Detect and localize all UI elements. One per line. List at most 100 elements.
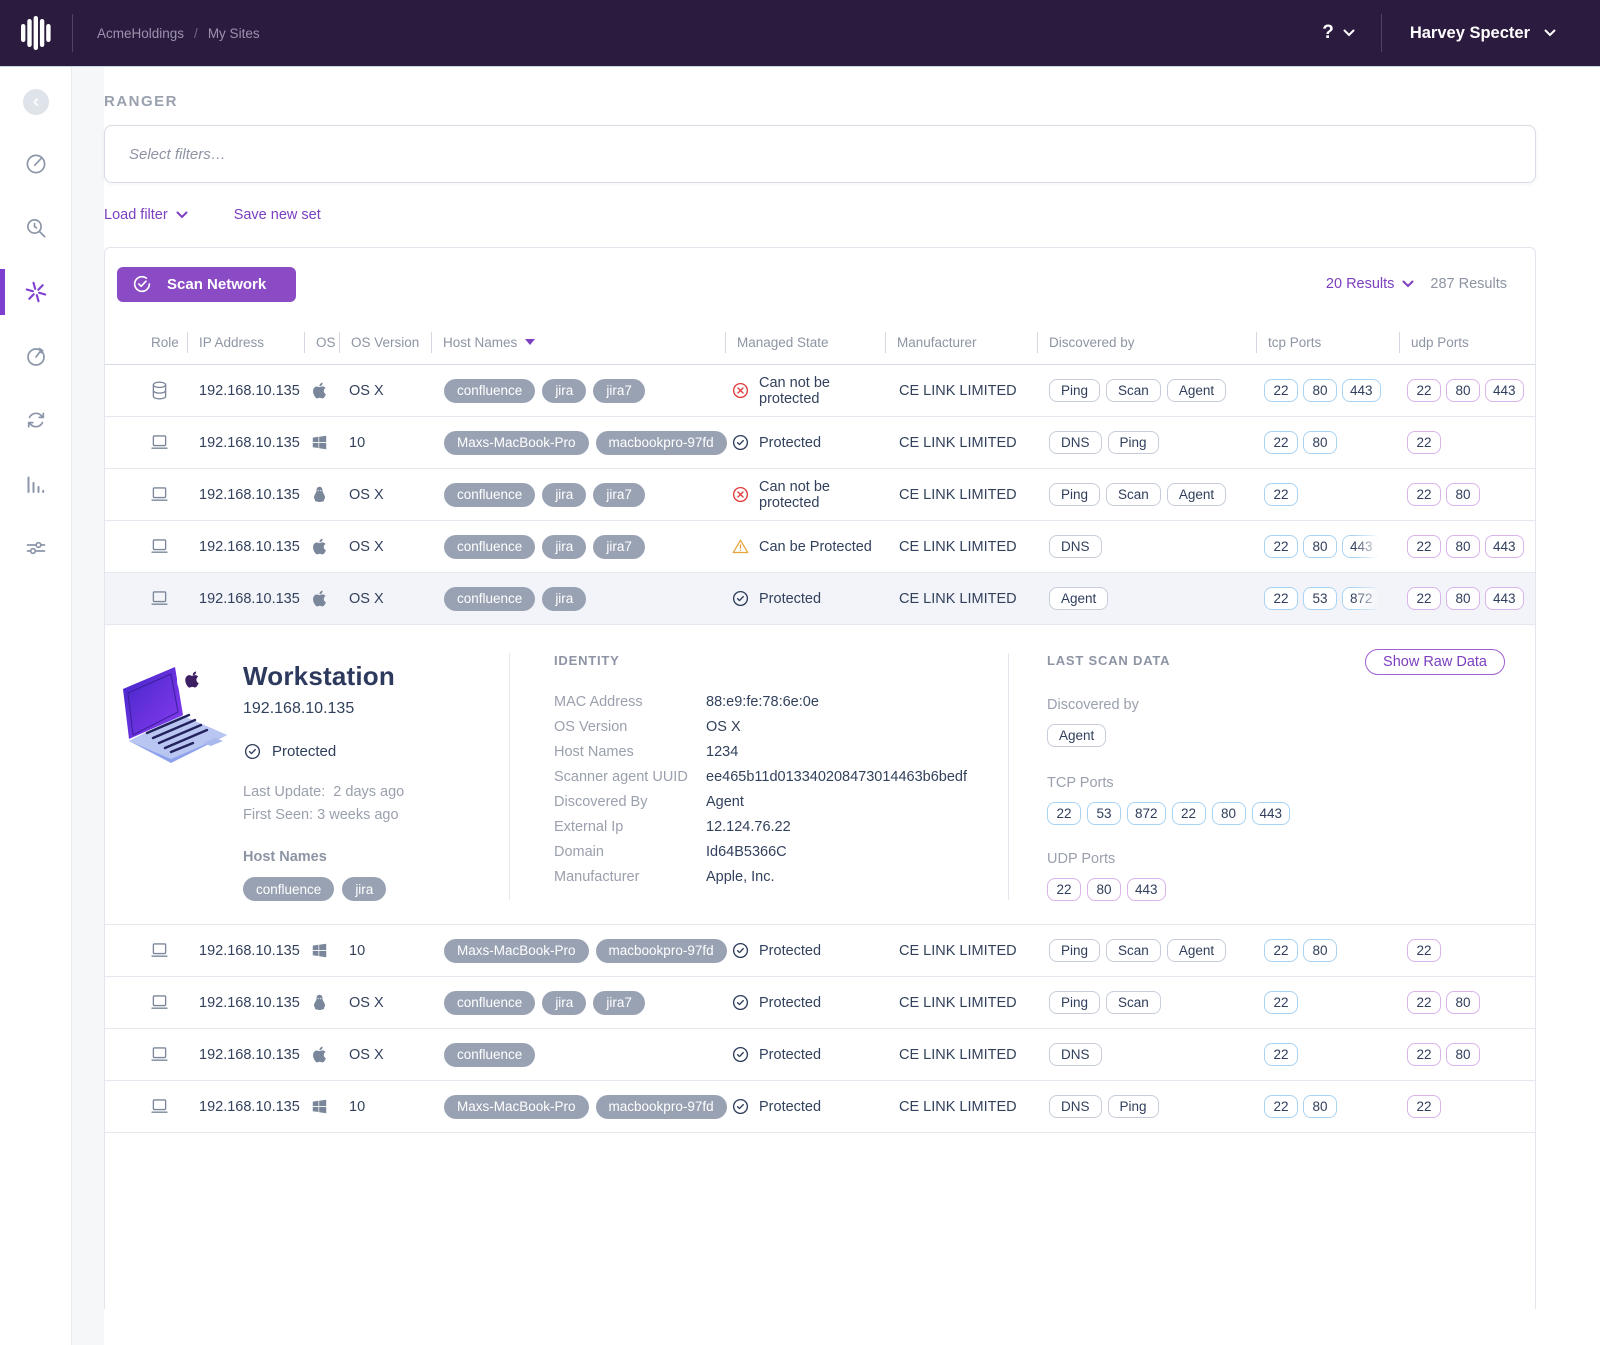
page-title: RANGER <box>104 93 1536 110</box>
host-name-chip: jira <box>542 991 586 1015</box>
scan-network-label: Scan Network <box>167 276 266 293</box>
manufacturer: CE LINK LIMITED <box>885 435 1037 451</box>
column-header-manufacturer: Manufacturer <box>885 320 1037 364</box>
identity-field-value: 12.124.76.22 <box>706 819 1008 835</box>
apple-os-icon <box>310 537 329 556</box>
udp-port-chip: 22 <box>1407 483 1441 506</box>
tcp-port-chip: 22 <box>1264 1095 1298 1118</box>
discovered-by-chip: Ping <box>1049 379 1100 402</box>
tcp-port-chip: 80 <box>1303 431 1337 454</box>
last-scan-section-title: LAST SCAN DATA <box>1047 653 1170 668</box>
results-per-page-dropdown[interactable]: 20 Results <box>1326 276 1415 292</box>
host-name-chip: jira <box>542 483 586 507</box>
sidebar-item-sync[interactable] <box>0 397 72 443</box>
filter-input[interactable] <box>129 146 1511 163</box>
udp-port-chip: 22 <box>1407 991 1441 1014</box>
udp-port-chip: 22 <box>1407 1095 1441 1118</box>
discovered-by-chip: DNS <box>1049 1043 1102 1066</box>
os-version: OS X <box>339 487 431 503</box>
device-meta: Last Update: 2 days ago First Seen: 3 we… <box>243 781 404 827</box>
ip-address: 192.168.10.135 <box>187 591 304 607</box>
laptop-icon <box>149 588 170 609</box>
linux-os-icon <box>310 993 329 1012</box>
udp-port-chip: 80 <box>1446 535 1480 558</box>
breadcrumb-app[interactable]: AcmeHoldings <box>97 26 184 41</box>
table-row[interactable]: 192.168.10.135 OS X confluence jira Prote… <box>105 573 1535 625</box>
column-header-host-names[interactable]: Host Names <box>431 320 725 364</box>
tcp-port-chip: 53 <box>1087 802 1121 825</box>
table-row[interactable]: 192.168.10.135 10 Maxs-MacBook-Promacboo… <box>105 1081 1535 1133</box>
sidebar-item-search[interactable] <box>0 205 72 251</box>
os-version: OS X <box>339 995 431 1011</box>
table-row[interactable]: 192.168.10.135 OS X confluencejirajira7 … <box>105 521 1535 573</box>
table-row[interactable]: 192.168.10.135 10 Maxs-MacBook-Promacboo… <box>105 925 1535 977</box>
asterisk-icon <box>24 280 48 304</box>
discovered-by-chip: DNS <box>1049 1095 1102 1118</box>
left-sidebar <box>0 67 72 1345</box>
host-names-header-label: Host Names <box>443 335 517 350</box>
warning-status-icon <box>731 537 750 556</box>
host-name-chip: Maxs-MacBook-Pro <box>444 1095 589 1119</box>
sliders-icon <box>24 536 48 560</box>
tcp-port-chip: 443 <box>1342 535 1381 558</box>
ok-status-icon <box>731 433 750 452</box>
ip-address: 192.168.10.135 <box>187 435 304 451</box>
table-row[interactable]: 192.168.10.135 OS X confluencejirajira7 … <box>105 365 1535 417</box>
host-name-chip: jira <box>542 587 586 611</box>
last-update-value: 2 days ago <box>333 784 404 800</box>
discovered-by-chip: Ping <box>1108 431 1159 454</box>
laptop-icon <box>149 1044 170 1065</box>
breadcrumb-page[interactable]: My Sites <box>208 26 260 41</box>
udp-port-chip: 22 <box>1407 379 1441 402</box>
laptop-icon <box>149 992 170 1013</box>
scan-network-icon <box>131 273 153 295</box>
identity-field-value: ee465b11d013340208473014463b6bedf <box>706 769 1008 785</box>
linux-os-icon <box>310 485 329 504</box>
host-name-chip: macbookpro-97fd <box>596 939 727 963</box>
udp-port-chip: 443 <box>1485 587 1524 610</box>
sidebar-collapse-button[interactable] <box>23 89 49 115</box>
os-version: OS X <box>339 591 431 607</box>
tcp-port-chip: 22 <box>1264 939 1298 962</box>
table-row[interactable]: 192.168.10.135 OS X confluencejirajira7 … <box>105 469 1535 521</box>
column-header-tcp-ports: tcp Ports <box>1256 320 1399 364</box>
tcp-port-chip: 22 <box>1264 991 1298 1014</box>
show-raw-data-button[interactable]: Show Raw Data <box>1365 649 1505 675</box>
table-row[interactable]: 192.168.10.135 OS X confluencejirajira7 … <box>105 977 1535 1029</box>
identity-field-value: Agent <box>706 794 1008 810</box>
detail-host-names-label: Host Names <box>243 849 404 865</box>
user-menu[interactable]: Harvey Specter <box>1382 24 1600 43</box>
load-filter-dropdown[interactable]: Load filter <box>104 207 188 223</box>
managed-state-label: Protected <box>759 591 821 607</box>
sidebar-item-activity[interactable] <box>0 333 72 379</box>
table-row[interactable]: 192.168.10.135 OS X confluence Protected… <box>105 1029 1535 1081</box>
breadcrumb: AcmeHoldings / My Sites <box>73 26 260 41</box>
sidebar-item-reports[interactable] <box>0 461 72 507</box>
tcp-port-chip: 80 <box>1303 1095 1337 1118</box>
sidebar-item-settings[interactable] <box>0 525 72 571</box>
host-name-chip: confluence <box>444 535 535 559</box>
identity-field-label: External Ip <box>554 819 706 835</box>
column-header-role: Role <box>105 320 187 364</box>
identity-field-label: OS Version <box>554 719 706 735</box>
user-name: Harvey Specter <box>1410 24 1530 43</box>
sidebar-item-ranger[interactable] <box>0 269 72 315</box>
discovered-by-chip: Agent <box>1049 587 1108 610</box>
udp-port-chip: 22 <box>1407 587 1441 610</box>
tcp-port-chip: 80 <box>1303 535 1337 558</box>
scan-network-button[interactable]: Scan Network <box>117 267 296 302</box>
main-content: RANGER Load filter Save new set Scan Net… <box>104 67 1600 1345</box>
ok-status-icon <box>731 1045 750 1064</box>
table-row[interactable]: 192.168.10.135 10 Maxs-MacBook-Promacboo… <box>105 417 1535 469</box>
host-name-chip: confluence <box>444 587 535 611</box>
app-logo[interactable] <box>0 16 72 50</box>
discovered-by-chip: Ping <box>1108 1095 1159 1118</box>
sync-arrows-icon <box>24 408 48 432</box>
udp-port-chip: 80 <box>1446 1043 1480 1066</box>
device-status-label: Protected <box>272 743 336 760</box>
discovered-by-chip: DNS <box>1049 535 1102 558</box>
save-new-set-link[interactable]: Save new set <box>234 207 321 223</box>
udp-port-chip: 443 <box>1127 878 1166 901</box>
sidebar-item-dashboard[interactable] <box>0 141 72 187</box>
help-menu[interactable]: ? <box>1322 22 1381 44</box>
